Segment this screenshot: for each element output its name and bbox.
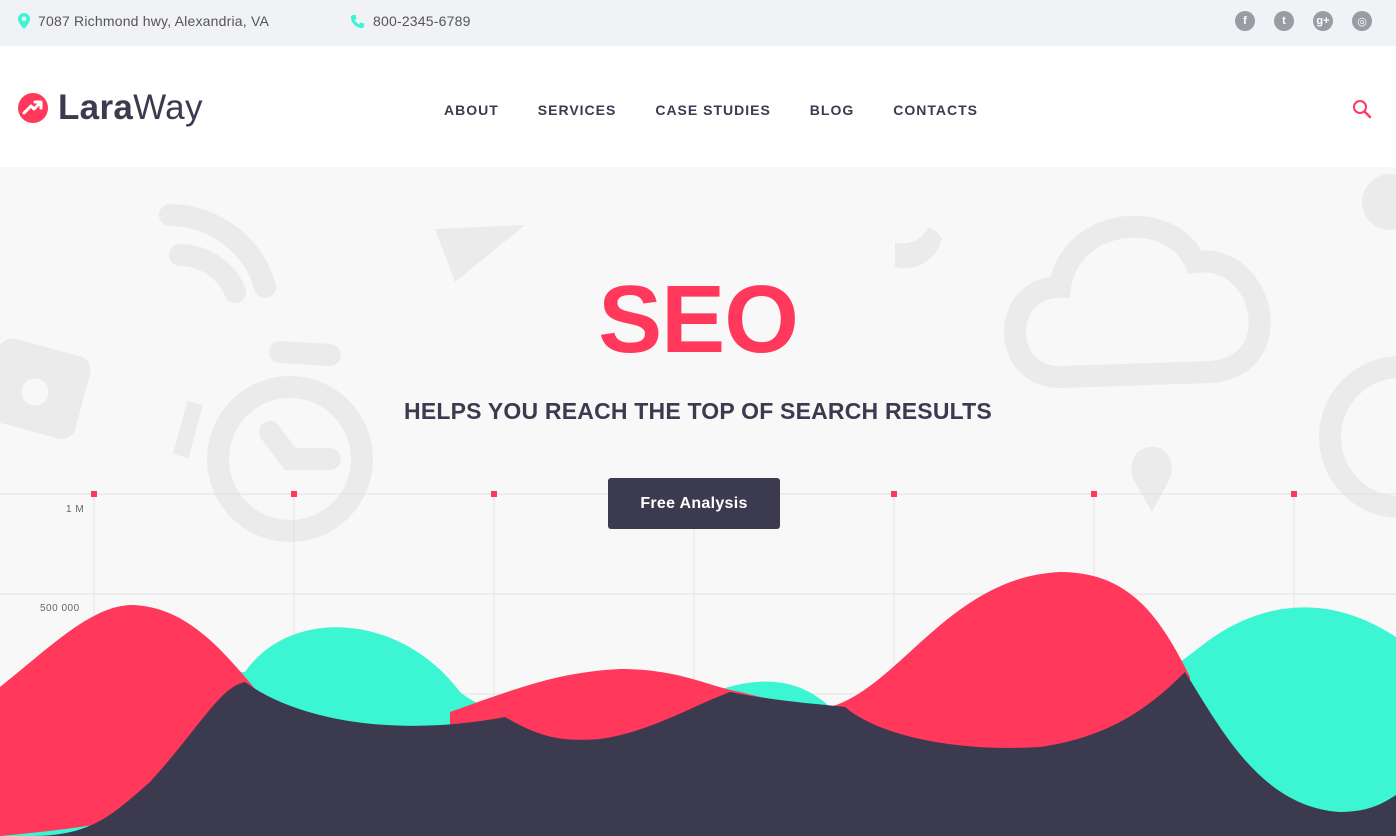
nav-blog[interactable]: BLOG — [810, 102, 854, 118]
logo-light: Way — [133, 88, 203, 127]
location-pin-icon — [18, 13, 30, 29]
nav-contacts[interactable]: CONTACTS — [893, 102, 978, 118]
free-analysis-button[interactable]: Free Analysis — [608, 478, 780, 529]
search-icon — [1353, 100, 1372, 119]
y-label-500k: 500 000 — [40, 603, 80, 614]
nav-services[interactable]: SERVICES — [538, 102, 617, 118]
instagram-icon[interactable]: ◎ — [1352, 11, 1372, 31]
hero-headline: SEO — [598, 266, 799, 373]
site-header: LaraWay ABOUT SERVICES CASE STUDIES BLOG… — [0, 46, 1396, 167]
facebook-icon[interactable]: f — [1235, 11, 1255, 31]
google-plus-icon[interactable]: g+ — [1313, 11, 1333, 31]
twitter-icon[interactable]: t — [1274, 11, 1294, 31]
phone-info[interactable]: 800-2345-6789 — [350, 13, 471, 29]
phone-icon — [350, 14, 365, 28]
address-info: 7087 Richmond hwy, Alexandria, VA — [18, 13, 269, 29]
y-label-1m: 1 M — [66, 504, 85, 515]
hero-subline: HELPS YOU REACH THE TOP OF SEARCH RESULT… — [404, 398, 992, 424]
logo-bold: Lara — [58, 88, 134, 127]
search-button[interactable] — [1352, 99, 1372, 124]
nav-case-studies[interactable]: CASE STUDIES — [655, 102, 770, 118]
nav-about[interactable]: ABOUT — [444, 102, 499, 118]
top-bar: 7087 Richmond hwy, Alexandria, VA 800-23… — [0, 0, 1396, 46]
logo[interactable]: LaraWay — [17, 88, 203, 128]
logo-text: LaraWay — [58, 88, 203, 128]
hero-section: 1 M 500 000 SEO HELPS YOU REACH THE TOP … — [0, 167, 1396, 836]
logo-arrow-icon — [18, 93, 48, 123]
main-nav: ABOUT SERVICES CASE STUDIES BLOG CONTACT… — [444, 102, 1017, 118]
address-text: 7087 Richmond hwy, Alexandria, VA — [38, 13, 269, 29]
phone-text: 800-2345-6789 — [373, 13, 471, 29]
social-links: f t g+ ◎ — [1235, 11, 1372, 31]
